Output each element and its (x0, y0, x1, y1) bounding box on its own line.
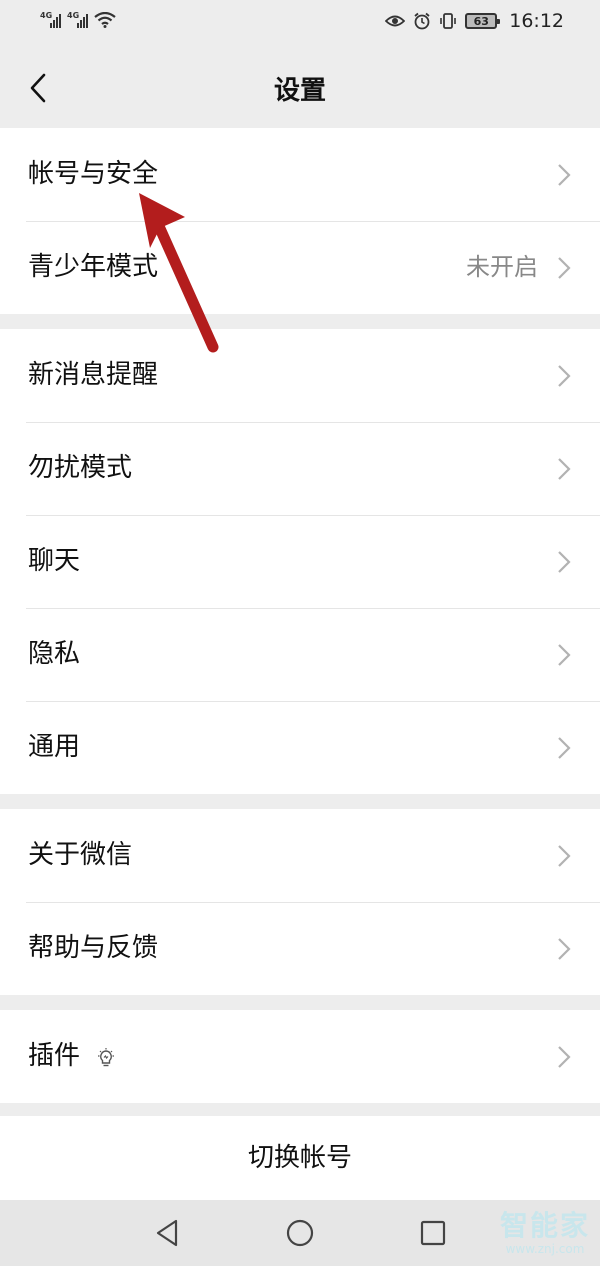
eye-icon (385, 15, 406, 27)
wifi-icon (94, 12, 116, 28)
settings-group-account: 帐号与安全 青少年模式 未开启 (0, 128, 600, 314)
settings-group-about: 关于微信 帮助与反馈 (0, 809, 600, 995)
item-value: 未开启 (466, 253, 538, 281)
item-label: 插件 (28, 1041, 81, 1071)
settings-item-notifications[interactable]: 新消息提醒 (0, 329, 600, 422)
chevron-right-icon (558, 938, 571, 960)
item-label: 帐号与安全 (28, 159, 159, 189)
item-label: 帮助与反馈 (28, 933, 159, 963)
settings-item-general[interactable]: 通用 (0, 701, 600, 794)
settings-item-plugins[interactable]: 插件 (0, 1010, 600, 1103)
nav-back-triangle-icon[interactable] (152, 1217, 184, 1249)
clock: 16:12 (509, 10, 564, 32)
vibrate-icon (440, 13, 457, 29)
settings-item-help-feedback[interactable]: 帮助与反馈 (0, 902, 600, 995)
alarm-icon (414, 12, 430, 30)
chevron-right-icon (558, 845, 571, 867)
settings-item-do-not-disturb[interactable]: 勿扰模式 (0, 422, 600, 515)
nav-recents-square-icon[interactable] (417, 1217, 449, 1249)
watermark: 智能家 www.znj.com (500, 1204, 590, 1256)
settings-item-about-wechat[interactable]: 关于微信 (0, 809, 600, 902)
nav-bar: 设置 (0, 48, 600, 129)
switch-account-button[interactable]: 切换帐号 (0, 1116, 600, 1200)
settings-item-account-security[interactable]: 帐号与安全 (0, 128, 600, 221)
settings-group-general: 新消息提醒 勿扰模式 聊天 隐私 通用 (0, 329, 600, 794)
item-label: 新消息提醒 (28, 360, 159, 390)
watermark-url: www.znj.com (505, 1242, 585, 1256)
signal-icon-2: 4G (67, 11, 88, 28)
chevron-right-icon (558, 164, 571, 186)
status-right: 63 16:12 (385, 10, 564, 32)
item-label: 通用 (28, 732, 81, 762)
item-label: 关于微信 (28, 840, 133, 870)
chevron-right-icon (558, 644, 571, 666)
chevron-right-icon (558, 365, 571, 387)
battery-icon: 63 (465, 13, 501, 29)
item-label: 聊天 (28, 546, 81, 576)
chevron-right-icon (558, 1046, 571, 1068)
settings-item-youth-mode[interactable]: 青少年模式 未开启 (0, 221, 600, 314)
watermark-name: 智能家 (499, 1209, 590, 1242)
chevron-right-icon (558, 458, 571, 480)
item-label: 勿扰模式 (28, 453, 133, 483)
settings-item-privacy[interactable]: 隐私 (0, 608, 600, 701)
page-title: 设置 (273, 76, 326, 106)
signal-indicators: 4G 4G (40, 11, 116, 28)
chevron-right-icon (558, 257, 571, 279)
signal-icon: 4G (40, 11, 61, 28)
status-bar: 4G 4G 63 16:12 (0, 0, 600, 48)
chevron-right-icon (558, 551, 571, 573)
nav-home-circle-icon[interactable] (284, 1217, 316, 1249)
item-label: 青少年模式 (28, 252, 159, 282)
item-label: 隐私 (28, 639, 81, 669)
lightbulb-icon (98, 1048, 114, 1067)
settings-item-chat[interactable]: 聊天 (0, 515, 600, 608)
chevron-right-icon (558, 737, 571, 759)
settings-group-plugins: 插件 (0, 1010, 600, 1103)
